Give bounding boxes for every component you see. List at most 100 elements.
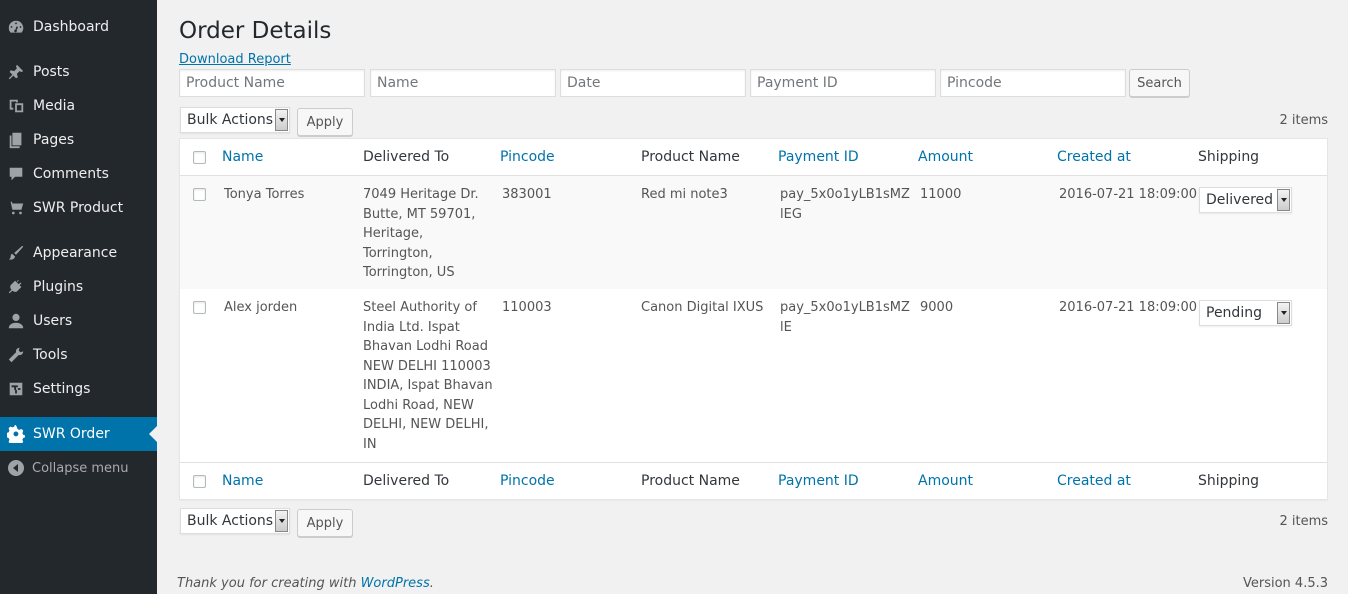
sidebar-item-dashboard[interactable]: Dashboard: [0, 10, 157, 44]
bulk-actions-value: Bulk Actions: [187, 112, 274, 128]
column-footer-payment-id[interactable]: Payment ID: [778, 473, 859, 489]
sidebar-item-label: Settings: [33, 381, 91, 397]
shipping-status-select[interactable]: Pending: [1199, 300, 1292, 326]
download-report-link[interactable]: Download Report: [179, 52, 291, 67]
bulk-actions-select-bottom[interactable]: Bulk Actions: [180, 508, 290, 534]
collapse-menu-label: Collapse menu: [32, 460, 129, 476]
row-checkbox[interactable]: [193, 301, 206, 314]
sidebar-item-label: Tools: [33, 347, 68, 363]
column-footer-name[interactable]: Name: [222, 473, 263, 489]
bulk-actions-select-top[interactable]: Bulk Actions: [180, 107, 290, 133]
column-header-name[interactable]: Name: [222, 149, 263, 165]
select-all-checkbox[interactable]: [193, 151, 206, 164]
collapse-arrow-icon: [8, 460, 24, 476]
cell-product-name: Red mi note3: [641, 187, 728, 202]
cell-created-at: 2016-07-21 18:09:00: [1059, 187, 1198, 202]
sidebar-item-label: Appearance: [33, 245, 118, 261]
orders-table: Name Delivered To Pincode Product Name P…: [179, 138, 1328, 500]
cell-pincode: 110003: [502, 300, 552, 315]
column-header-payment-id[interactable]: Payment ID: [778, 149, 859, 165]
gear-icon: [6, 424, 26, 444]
sidebar-item-users[interactable]: Users: [0, 304, 157, 338]
cell-payment-id: pay_5x0o1yLB1sMZ lE: [780, 300, 910, 335]
version-label: Version 4.5.3: [1242, 576, 1328, 591]
sidebar-item-swr-product[interactable]: SWR Product: [0, 191, 157, 225]
brush-icon: [6, 243, 26, 263]
sidebar-item-label: Users: [33, 313, 73, 329]
items-count-bottom: 2 items: [1279, 514, 1328, 529]
search-button[interactable]: Search: [1129, 69, 1190, 97]
column-footer-pincode[interactable]: Pincode: [500, 473, 555, 489]
cell-name: Tonya Torres: [224, 187, 305, 202]
shipping-status-value: Pending: [1206, 305, 1262, 321]
dashboard-icon: [6, 17, 26, 37]
cart-icon: [6, 198, 26, 218]
sidebar-item-plugins[interactable]: Plugins: [0, 270, 157, 304]
sidebar-item-tools[interactable]: Tools: [0, 338, 157, 372]
apply-button-bottom[interactable]: Apply: [297, 509, 353, 537]
settings-icon: [6, 379, 26, 399]
table-header-row: Name Delivered To Pincode Product Name P…: [180, 139, 1327, 176]
cell-name: Alex jorden: [224, 300, 298, 315]
wrench-icon: [6, 345, 26, 365]
table-row: Tonya Torres 7049 Heritage Dr. Butte, MT…: [180, 176, 1327, 289]
cell-payment-id: pay_5x0o1yLB1sMZ lEG: [780, 187, 910, 222]
shipping-status-select[interactable]: Delivered: [1199, 187, 1292, 213]
payment-id-filter-input[interactable]: [750, 69, 936, 97]
main-content: Order Details Download Report Search Bul…: [157, 0, 1348, 594]
pincode-filter-input[interactable]: [940, 69, 1126, 97]
column-header-amount[interactable]: Amount: [918, 149, 973, 165]
sidebar-item-settings[interactable]: Settings: [0, 372, 157, 406]
sidebar-item-swr-order[interactable]: SWR Order: [0, 417, 157, 451]
column-header-shipping: Shipping: [1198, 149, 1260, 165]
sidebar-item-posts[interactable]: Posts: [0, 55, 157, 89]
sidebar-item-label: SWR Product: [33, 200, 124, 216]
product-name-filter-input[interactable]: [179, 69, 365, 97]
column-header-product-name: Product Name: [641, 149, 740, 165]
sidebar-item-appearance[interactable]: Appearance: [0, 236, 157, 270]
select-all-checkbox-footer[interactable]: [193, 475, 206, 488]
cell-delivered-to: Steel Authority of India Ltd. Ispat Bhav…: [363, 300, 493, 452]
sidebar-item-pages[interactable]: Pages: [0, 123, 157, 157]
sidebar-item-label: Dashboard: [33, 19, 109, 35]
sidebar-item-label: Pages: [33, 132, 75, 148]
collapse-menu-button[interactable]: Collapse menu: [0, 451, 157, 485]
sidebar-item-comments[interactable]: Comments: [0, 157, 157, 191]
column-footer-delivered-to: Delivered To: [363, 473, 450, 489]
media-icon: [6, 96, 26, 116]
chevron-down-icon: [1277, 189, 1290, 211]
row-checkbox[interactable]: [193, 188, 206, 201]
sidebar-item-label: SWR Order: [33, 426, 110, 442]
chevron-down-icon: [1277, 302, 1290, 324]
sidebar-item-media[interactable]: Media: [0, 89, 157, 123]
footer-thanks: Thank you for creating with WordPress.: [177, 576, 434, 591]
wordpress-link[interactable]: WordPress: [361, 576, 430, 591]
apply-button-top[interactable]: Apply: [297, 108, 353, 136]
sidebar-item-label: Media: [33, 98, 76, 114]
user-icon: [6, 311, 26, 331]
cell-created-at: 2016-07-21 18:09:00: [1059, 300, 1198, 315]
bulk-actions-value: Bulk Actions: [187, 513, 274, 529]
column-footer-created-at[interactable]: Created at: [1057, 473, 1131, 489]
pin-icon: [6, 62, 26, 82]
footer-thanks-suffix: .: [429, 576, 434, 591]
date-filter-input[interactable]: [560, 69, 746, 97]
items-count-top: 2 items: [1279, 113, 1328, 128]
column-footer-product-name: Product Name: [641, 473, 740, 489]
pages-icon: [6, 130, 26, 150]
column-footer-amount[interactable]: Amount: [918, 473, 973, 489]
table-row: Alex jorden Steel Authority of India Ltd…: [180, 289, 1327, 462]
cell-amount: 9000: [920, 300, 954, 315]
cell-delivered-to: 7049 Heritage Dr. Butte, MT 59701, Herit…: [363, 187, 479, 280]
page-title: Order Details: [179, 18, 332, 44]
comment-icon: [6, 164, 26, 184]
cell-amount: 11000: [920, 187, 962, 202]
column-header-pincode[interactable]: Pincode: [500, 149, 555, 165]
chevron-down-icon: [275, 109, 288, 131]
column-header-delivered-to: Delivered To: [363, 149, 450, 165]
name-filter-input[interactable]: [370, 69, 556, 97]
footer-thanks-prefix: Thank you for creating with: [177, 576, 361, 591]
chevron-down-icon: [275, 510, 288, 532]
column-header-created-at[interactable]: Created at: [1057, 149, 1131, 165]
plug-icon: [6, 277, 26, 297]
